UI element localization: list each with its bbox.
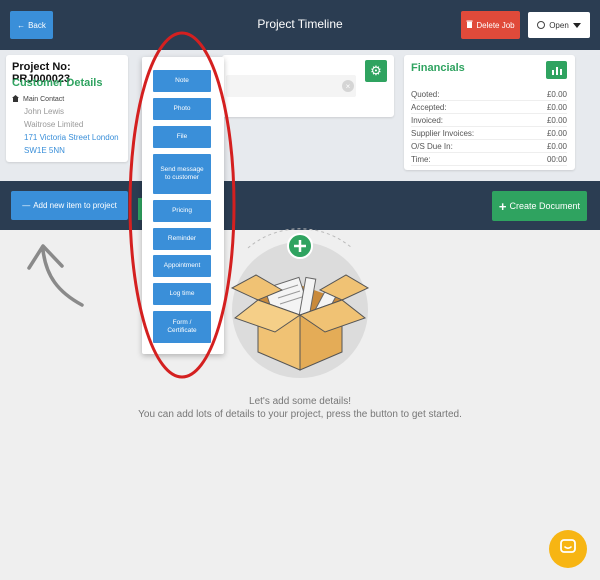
box-flap-left [230, 274, 284, 301]
contact-name: John Lewis [24, 107, 65, 116]
trash-icon [466, 20, 473, 30]
gear-icon[interactable]: ⚙ [365, 60, 387, 82]
create-document-button[interactable]: + Create Document [492, 191, 587, 221]
customer-details-heading: Customer Details [12, 77, 103, 89]
menu-item-pricing[interactable]: Pricing [153, 200, 211, 222]
annotation-arrow [41, 248, 84, 307]
project-card: Project No: PRJ000023 Customer Details M… [6, 55, 128, 162]
add-new-item-label: Add new item to project [33, 201, 117, 210]
project-details-card: × ⚙ [222, 55, 394, 117]
menu-item-form-certificate[interactable]: Form / Certificate [153, 311, 211, 343]
financials-title: Financials [411, 62, 465, 74]
company-name: Waitrose Limited [24, 120, 84, 129]
home-icon [12, 95, 19, 104]
add-item-menu: Note Photo File Send message to customer… [142, 57, 224, 354]
add-new-item-button[interactable]: — Add new item to project [11, 191, 128, 220]
chevron-down-icon [572, 22, 581, 28]
chat-bubble-icon [559, 538, 577, 561]
financials-card: Financials Quoted: £0.00 Accepted: £0.00… [404, 55, 575, 170]
financial-value: £0.00 [546, 141, 567, 151]
plus-icon: + [498, 198, 507, 214]
empty-state-heading: Let's add some details! [249, 396, 351, 407]
annotation-arrow-head [27, 244, 64, 270]
financial-label: O/S Due In: [411, 141, 453, 151]
menu-item-send-message[interactable]: Send message to customer [153, 154, 211, 194]
create-document-label: Create Document [509, 201, 581, 211]
main-contact-text: Main Contact [23, 96, 65, 103]
project-details-field[interactable] [226, 75, 356, 97]
delete-job-label: Delete Job [476, 20, 515, 30]
financial-label: Time: [411, 154, 431, 164]
financial-row: Time: 00:00 [411, 153, 567, 166]
box-front-left [257, 299, 301, 371]
financial-value: £0.00 [546, 115, 567, 125]
scroll-icon [297, 276, 317, 324]
financial-label: Accepted: [411, 102, 447, 112]
menu-item-file[interactable]: File [153, 126, 211, 148]
minus-icon: — [22, 201, 31, 210]
dashed-arc [247, 228, 353, 249]
menu-item-photo[interactable]: Photo [153, 98, 211, 120]
financial-value: £0.00 [546, 89, 567, 99]
menu-item-log-time[interactable]: Log time [153, 283, 211, 305]
status-label: Open [549, 20, 569, 30]
menu-item-note[interactable]: Note [153, 70, 211, 92]
financial-value: £0.00 [546, 128, 567, 138]
bar-chart-icon[interactable] [546, 61, 567, 79]
box-flap-right [318, 274, 370, 301]
address-line-2[interactable]: SW1E 5NN [24, 146, 65, 155]
box-inside [258, 285, 342, 315]
financial-value: 00:00 [546, 154, 567, 164]
clear-icon[interactable]: × [342, 80, 354, 92]
box-flap-front-left [233, 299, 302, 333]
financial-row: Invoiced: £0.00 [411, 114, 567, 127]
financial-row: O/S Due In: £0.00 [411, 140, 567, 153]
illustration-backdrop [232, 242, 368, 378]
menu-item-reminder[interactable]: Reminder [153, 228, 211, 250]
box-front-right [299, 299, 343, 371]
financial-label: Quoted: [411, 89, 440, 99]
radio-circle-icon [537, 21, 546, 29]
address-line-1[interactable]: 171 Victoria Street London [24, 133, 119, 142]
financial-value: £0.00 [546, 102, 567, 112]
plus-circle-icon [287, 233, 313, 259]
chat-button[interactable] [549, 530, 587, 568]
plus-glyph [294, 240, 306, 252]
menu-item-appointment[interactable]: Appointment [153, 255, 211, 277]
delete-job-button[interactable]: Delete Job [461, 11, 520, 39]
rolled-paper-icon [308, 284, 340, 328]
main-contact-label: Main Contact [12, 95, 64, 104]
financial-label: Invoiced: [411, 115, 444, 125]
financial-label: Supplier Invoices: [411, 128, 475, 138]
status-dropdown[interactable]: Open [528, 12, 590, 38]
financial-row: Supplier Invoices: £0.00 [411, 127, 567, 140]
financial-row: Accepted: £0.00 [411, 101, 567, 114]
document-icon [264, 276, 312, 328]
empty-state-description: You can add lots of details to your proj… [138, 409, 462, 420]
financial-row: Quoted: £0.00 [411, 88, 567, 101]
box-flap-front-right [298, 299, 367, 333]
